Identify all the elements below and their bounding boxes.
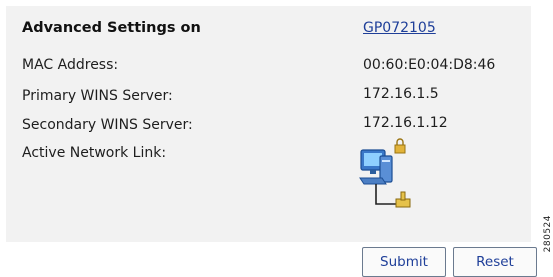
secondary-wins-label: Secondary WINS Server: [22, 117, 193, 133]
device-name-link[interactable]: GP072105 [363, 20, 436, 36]
submit-button[interactable]: Submit [362, 247, 446, 277]
mac-address-value: 00:60:E0:04:D8:46 [363, 57, 496, 73]
mac-address-label: MAC Address: [22, 57, 119, 73]
secondary-wins-value: 172.16.1.12 [363, 115, 448, 131]
reset-button[interactable]: Reset [453, 247, 537, 277]
figure-id-label: 280524 [543, 215, 553, 253]
advanced-settings-panel: Advanced Settings on GP072105 MAC Addres… [6, 6, 531, 242]
primary-wins-label: Primary WINS Server: [22, 88, 173, 104]
network-computer-lock-icon [359, 138, 411, 208]
page-title: Advanced Settings on [22, 20, 201, 36]
primary-wins-value: 172.16.1.5 [363, 86, 439, 102]
active-network-link-label: Active Network Link: [22, 145, 167, 161]
